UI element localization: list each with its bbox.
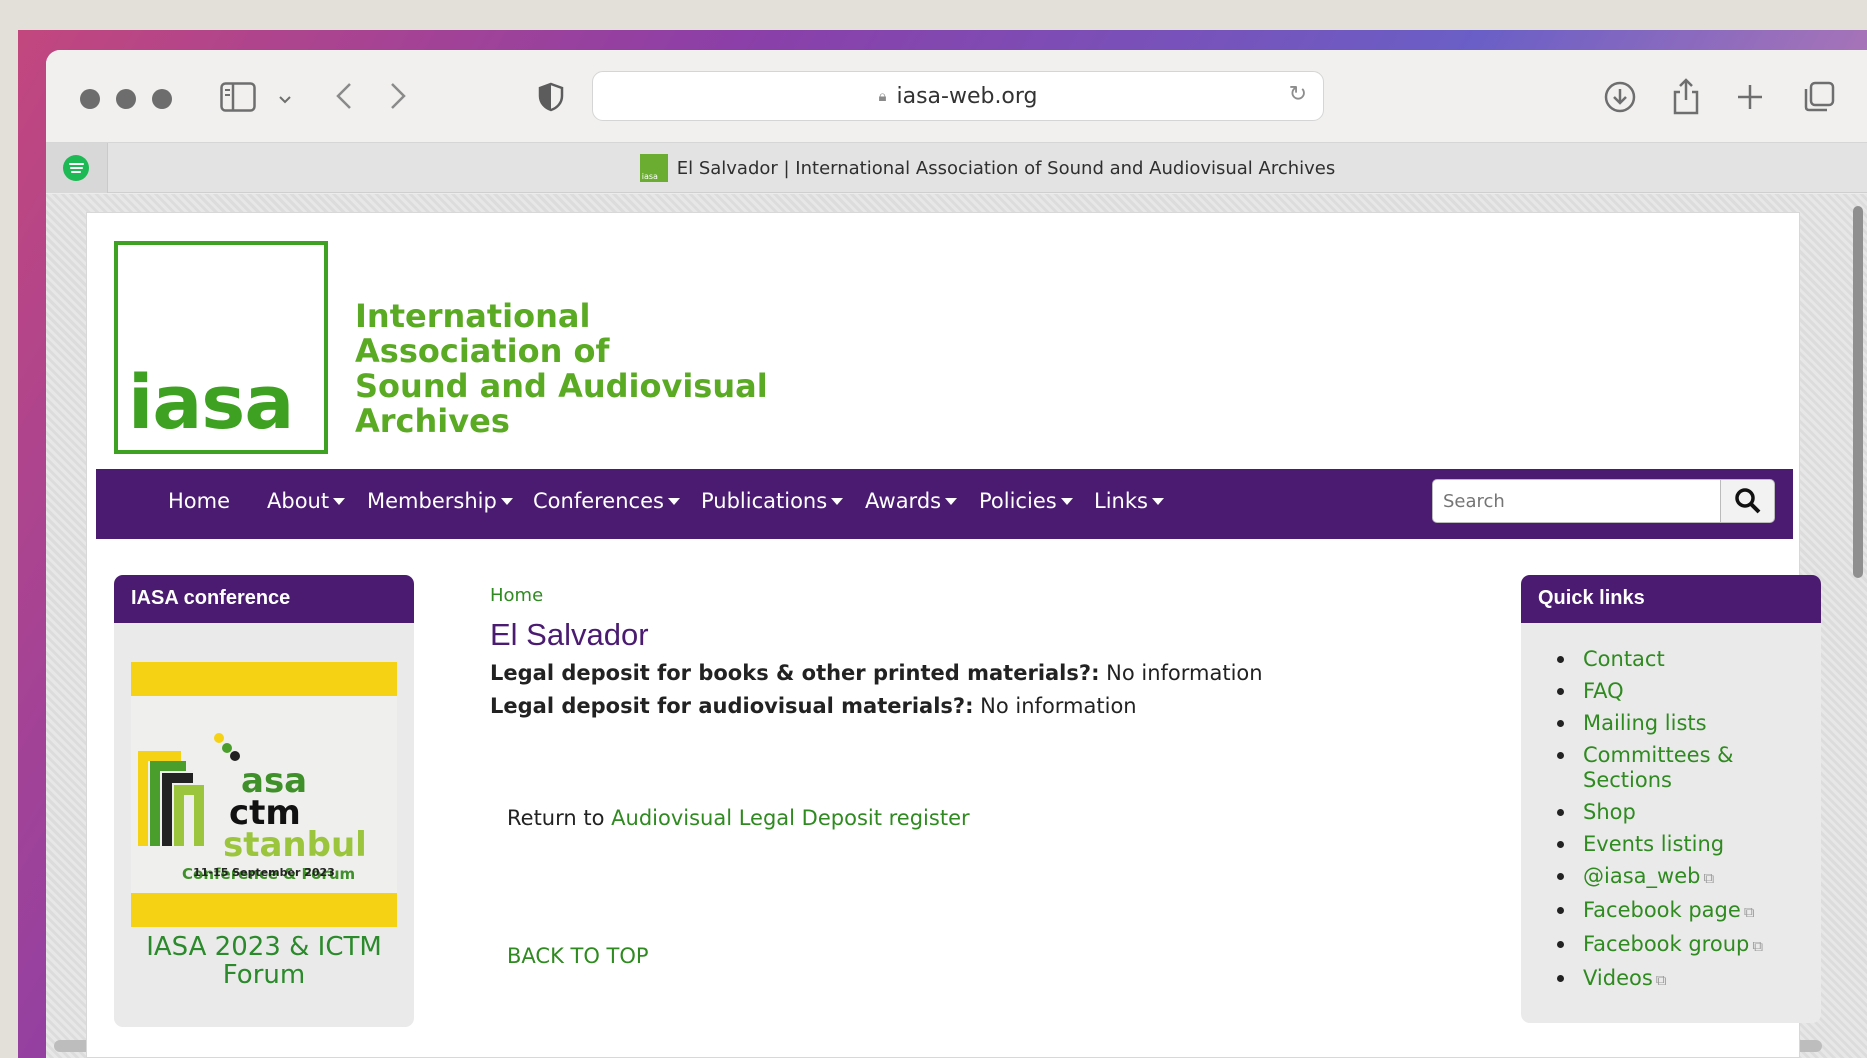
- spotify-icon: [63, 155, 89, 181]
- svg-text:stanbul: stanbul: [223, 825, 367, 865]
- conference-dates: 11-15 September 2023: [193, 866, 335, 879]
- sidebar-toggle-icon[interactable]: [220, 82, 256, 116]
- conference-poster[interactable]: asa ctm stanbul Conference & Forum 11-15…: [131, 662, 397, 927]
- lock-icon: 🔒︎: [878, 87, 887, 105]
- caret-down-icon: [333, 498, 346, 505]
- caret-down-icon: [1060, 498, 1073, 505]
- quick-link-videos[interactable]: Videos ⧉: [1555, 966, 1763, 993]
- field-label: Legal deposit for books & other printed …: [490, 661, 1100, 685]
- conference-caption[interactable]: IASA 2023 & ICTM Forum: [114, 933, 414, 989]
- nav-item-policies[interactable]: Policies: [979, 489, 1073, 513]
- reload-icon[interactable]: ↻: [1289, 82, 1307, 107]
- nav-item-links[interactable]: Links: [1094, 489, 1164, 513]
- org-name[interactable]: International Association of Sound and A…: [355, 299, 768, 439]
- main-nav: Home About Membership Conferences Public…: [96, 469, 1793, 539]
- quick-link-events[interactable]: Events listing: [1555, 832, 1763, 857]
- quick-link-committees[interactable]: Committees & Sections: [1555, 743, 1755, 793]
- quick-link-facebook-page[interactable]: Facebook page ⧉: [1555, 898, 1763, 925]
- field-value: No information: [980, 694, 1137, 718]
- external-link-icon: ⧉: [1743, 903, 1755, 921]
- share-icon[interactable]: [1671, 76, 1701, 120]
- register-link[interactable]: Audiovisual Legal Deposit register: [611, 806, 969, 830]
- caret-down-icon: [831, 498, 844, 505]
- external-link-icon: ⧉: [1703, 869, 1715, 887]
- quick-link-shop[interactable]: Shop: [1555, 800, 1763, 825]
- quick-links-title: Quick links: [1521, 575, 1821, 623]
- nav-item-conferences[interactable]: Conferences: [533, 489, 680, 513]
- conference-block: IASA conference asa ctm stanbul Conferen…: [114, 575, 414, 1027]
- breadcrumb[interactable]: Home: [490, 585, 543, 606]
- quick-links-block: Quick links Contact FAQ Mailing lists Co…: [1521, 575, 1821, 1023]
- nav-item-home[interactable]: Home: [168, 489, 230, 513]
- minimize-window-button[interactable]: [116, 89, 136, 109]
- field-value: No information: [1106, 661, 1263, 685]
- tab-title: El Salvador | International Association …: [676, 157, 1336, 179]
- quick-link-contact[interactable]: Contact: [1555, 647, 1763, 672]
- search-button[interactable]: [1720, 479, 1775, 523]
- page-viewport[interactable]: iasa International Association of Sound …: [46, 194, 1867, 1058]
- external-link-icon: ⧉: [1655, 971, 1667, 989]
- download-icon[interactable]: [1603, 80, 1637, 118]
- external-link-icon: ⧉: [1752, 937, 1764, 955]
- conference-logo-graphic: asa ctm stanbul Conference & Forum: [138, 733, 367, 883]
- url-text: iasa-web.org: [896, 83, 1038, 109]
- browser-toolbar: 🔒︎ iasa-web.org ↻: [46, 50, 1867, 142]
- address-bar[interactable]: 🔒︎ iasa-web.org ↻: [592, 71, 1324, 121]
- tab-overview-icon[interactable]: [1802, 80, 1836, 118]
- back-to-top-link[interactable]: BACK TO TOP: [507, 944, 649, 968]
- nav-item-membership[interactable]: Membership: [367, 489, 513, 513]
- quick-link-facebook-group[interactable]: Facebook group ⧉: [1555, 932, 1763, 959]
- pinned-tab-spotify[interactable]: [46, 143, 108, 193]
- quick-link-faq[interactable]: FAQ: [1555, 679, 1763, 704]
- close-window-button[interactable]: [80, 89, 100, 109]
- tab-active[interactable]: iasa El Salvador | International Associa…: [108, 143, 1867, 193]
- field-legal-deposit-audiovisual: Legal deposit for audiovisual materials?…: [490, 694, 1137, 718]
- caret-down-icon: [500, 498, 513, 505]
- search-icon: [1734, 488, 1760, 514]
- field-label: Legal deposit for audiovisual materials?…: [490, 694, 974, 718]
- caret-down-icon: [667, 498, 680, 505]
- forward-arrow-icon[interactable]: [388, 81, 408, 115]
- zoom-window-button[interactable]: [152, 89, 172, 109]
- iasa-logo[interactable]: iasa: [114, 241, 328, 454]
- return-line: Return to Audiovisual Legal Deposit regi…: [507, 806, 970, 830]
- iasa-favicon-icon: iasa: [639, 154, 668, 182]
- quick-link-twitter[interactable]: @iasa_web ⧉: [1555, 864, 1763, 891]
- chevron-down-icon[interactable]: [278, 90, 292, 109]
- tab-bar: iasa El Salvador | International Associa…: [46, 142, 1867, 193]
- caret-down-icon: [945, 498, 958, 505]
- nav-item-about[interactable]: About: [267, 489, 346, 513]
- quick-links-list: Contact FAQ Mailing lists Committees & S…: [1555, 647, 1763, 1000]
- page-title: El Salvador: [490, 617, 649, 652]
- field-legal-deposit-books: Legal deposit for books & other printed …: [490, 661, 1263, 685]
- conference-block-title: IASA conference: [114, 575, 414, 623]
- shield-icon[interactable]: [538, 82, 564, 116]
- caret-down-icon: [1151, 498, 1164, 505]
- web-page: iasa International Association of Sound …: [86, 212, 1821, 1058]
- browser-window: 🔒︎ iasa-web.org ↻ iasa El Salvador | Int…: [46, 50, 1867, 1058]
- new-tab-icon[interactable]: [1735, 82, 1765, 116]
- nav-item-publications[interactable]: Publications: [701, 489, 844, 513]
- back-arrow-icon[interactable]: [334, 81, 354, 115]
- quick-link-mailing-lists[interactable]: Mailing lists: [1555, 711, 1763, 736]
- vertical-scrollbar[interactable]: [1853, 206, 1863, 578]
- nav-item-awards[interactable]: Awards: [865, 489, 958, 513]
- search-input[interactable]: [1432, 479, 1721, 523]
- breadcrumb-home-link[interactable]: Home: [490, 585, 543, 606]
